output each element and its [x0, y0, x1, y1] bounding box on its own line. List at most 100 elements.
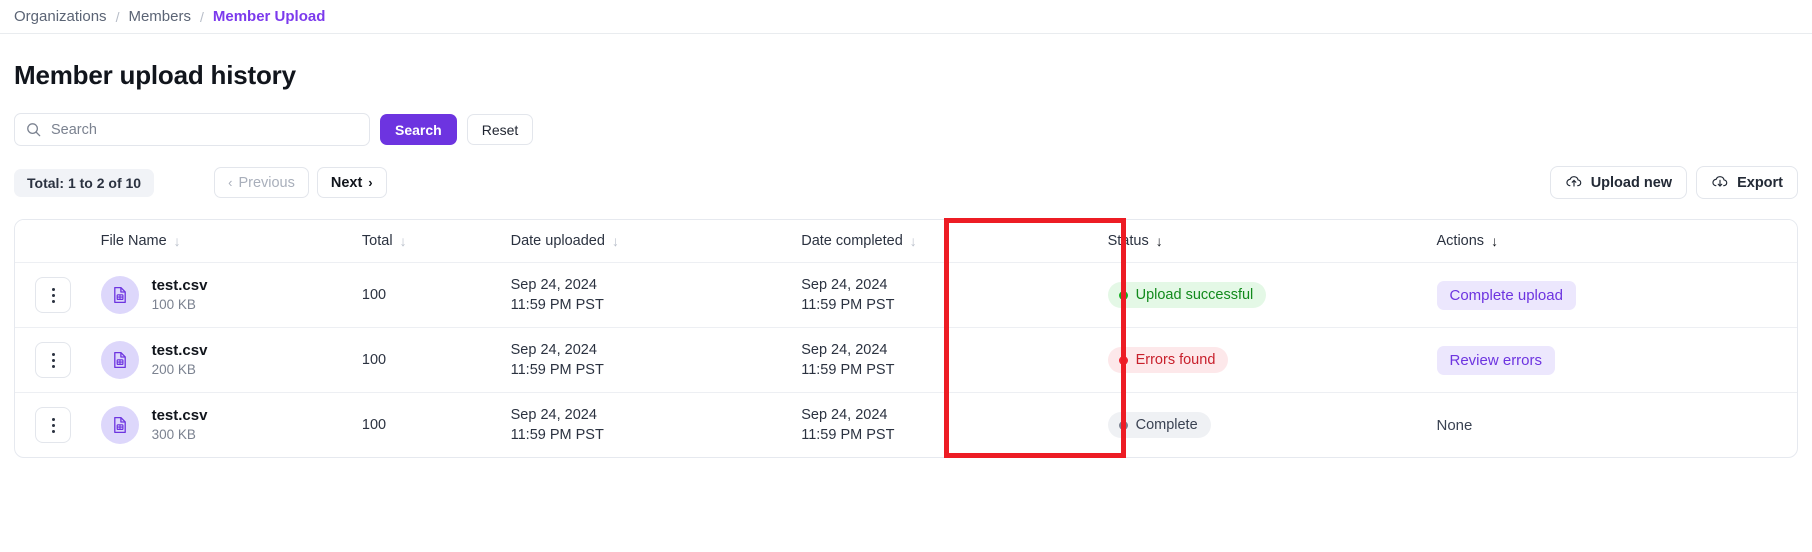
pagination-toolbar-row: Total: 1 to 2 of 10 ‹ Previous Next › Up…: [0, 146, 1812, 199]
cloud-upload-icon: [1565, 172, 1583, 194]
column-header-date-completed[interactable]: Date completed ↓: [801, 220, 1108, 263]
date-uploaded-cell: Sep 24, 2024 11:59 PM PST: [510, 327, 802, 393]
row-menu-cell: [15, 393, 101, 458]
file-size: 100 KB: [151, 297, 196, 313]
date-completed-date: Sep 24, 2024: [801, 342, 888, 358]
file-name: test.csv: [151, 276, 208, 294]
search-button[interactable]: Search: [380, 114, 457, 145]
column-label: Actions: [1436, 233, 1485, 249]
csv-file-icon: [100, 276, 139, 314]
file-cell: test.csv 100 KB: [100, 262, 362, 328]
previous-page-label: Previous: [238, 174, 295, 191]
date-completed-time: 11:59 PM PST: [801, 427, 895, 443]
total-count-label: Total: 1 to 2 of 10: [14, 168, 155, 197]
export-button[interactable]: Export: [1696, 166, 1798, 199]
date-uploaded-date: Sep 24, 2024: [510, 277, 597, 293]
column-header-menu: [15, 220, 101, 263]
search-input[interactable]: [49, 120, 369, 139]
file-cell: test.csv 200 KB: [100, 327, 362, 393]
arrow-down-icon[interactable]: ↓: [612, 233, 619, 249]
row-menu-cell: [15, 327, 101, 393]
next-page-button[interactable]: Next ›: [316, 167, 387, 198]
search-row: Search Reset: [0, 91, 1812, 146]
status-label: Upload successful: [1135, 287, 1254, 303]
cloud-download-icon: [1711, 172, 1729, 194]
breadcrumb-item-member-upload[interactable]: Member Upload: [213, 8, 326, 25]
upload-new-button[interactable]: Upload new: [1549, 166, 1688, 199]
toolbar-actions: Upload new Export: [1549, 166, 1798, 199]
table-row: test.csv 100 KB 100 Sep 24, 2024 11:59 P…: [15, 262, 1797, 328]
date-uploaded-time: 11:59 PM PST: [510, 427, 604, 443]
chevron-right-icon: ›: [368, 175, 373, 190]
date-uploaded-date: Sep 24, 2024: [510, 407, 597, 423]
actions-cell: None: [1437, 393, 1798, 458]
file-name: test.csv: [151, 406, 208, 424]
column-label: Date completed: [801, 233, 903, 249]
action-none-label: None: [1436, 416, 1473, 434]
date-uploaded-cell: Sep 24, 2024 11:59 PM PST: [510, 262, 802, 328]
table-header-row: File Name ↓ Total ↓ Date uploaded ↓ Date…: [15, 220, 1797, 263]
date-completed-date: Sep 24, 2024: [801, 407, 888, 423]
arrow-down-icon[interactable]: ↓: [1156, 233, 1163, 249]
breadcrumb: Organizations / Members / Member Upload: [0, 0, 1812, 34]
arrow-down-icon[interactable]: ↓: [910, 233, 917, 249]
status-cell: Upload successful: [1107, 262, 1437, 328]
search-icon: [26, 122, 41, 142]
status-dot-icon: [1118, 290, 1128, 300]
date-completed-date: Sep 24, 2024: [801, 277, 888, 293]
column-header-total[interactable]: Total ↓: [361, 220, 511, 263]
file-size: 200 KB: [151, 362, 196, 378]
search-box[interactable]: [14, 113, 370, 146]
date-completed-cell: Sep 24, 2024 11:59 PM PST: [801, 393, 1107, 458]
column-header-actions[interactable]: Actions ↓: [1436, 220, 1797, 263]
breadcrumb-item-organizations[interactable]: Organizations: [14, 8, 107, 25]
chevron-left-icon: ‹: [228, 175, 233, 190]
column-label: Status: [1107, 233, 1149, 249]
actions-cell: Review errors: [1436, 327, 1797, 393]
row-menu-button[interactable]: [35, 342, 71, 378]
file-cell: test.csv 300 KB: [100, 393, 362, 458]
date-completed-time: 11:59 PM PST: [801, 297, 895, 313]
status-dot-icon: [1118, 355, 1128, 365]
date-uploaded-time: 11:59 PM PST: [510, 297, 604, 313]
column-header-file-name[interactable]: File Name ↓: [100, 220, 362, 263]
date-completed-cell: Sep 24, 2024 11:59 PM PST: [801, 327, 1108, 393]
total-cell: 100: [361, 262, 511, 328]
status-label: Complete: [1135, 417, 1198, 433]
reset-button[interactable]: Reset: [466, 114, 534, 145]
csv-file-icon: [100, 406, 139, 444]
review-errors-action[interactable]: Review errors: [1436, 345, 1556, 375]
date-uploaded-date: Sep 24, 2024: [510, 342, 597, 358]
status-cell: Complete: [1107, 393, 1437, 458]
status-cell: Errors found: [1107, 327, 1437, 393]
complete-upload-action[interactable]: Complete upload: [1436, 280, 1576, 310]
table-row: test.csv 200 KB 100 Sep 24, 2024 11:59 P…: [15, 327, 1797, 393]
column-label: File Name: [100, 233, 167, 249]
arrow-down-icon[interactable]: ↓: [174, 233, 181, 249]
table-row: test.csv 300 KB 100 Sep 24, 2024 11:59 P…: [15, 393, 1797, 458]
previous-page-button[interactable]: ‹ Previous: [214, 167, 309, 198]
breadcrumb-separator: /: [199, 8, 204, 25]
date-uploaded-time: 11:59 PM PST: [510, 362, 604, 378]
row-menu-button[interactable]: [35, 277, 71, 313]
pagination-controls: ‹ Previous Next ›: [214, 167, 387, 198]
arrow-down-icon[interactable]: ↓: [1491, 233, 1498, 249]
row-menu-button[interactable]: [35, 407, 71, 443]
date-uploaded-cell: Sep 24, 2024 11:59 PM PST: [511, 393, 802, 458]
actions-cell: Complete upload: [1436, 262, 1797, 328]
page-title: Member upload history: [14, 60, 296, 90]
status-badge: Errors found: [1107, 347, 1229, 373]
breadcrumb-item-members[interactable]: Members: [128, 8, 191, 25]
column-header-date-uploaded[interactable]: Date uploaded ↓: [510, 220, 802, 263]
total-cell: 100: [361, 417, 387, 433]
member-upload-history-page: Organizations / Members / Member Upload …: [0, 0, 1812, 552]
column-header-status[interactable]: Status ↓: [1107, 220, 1437, 263]
upload-new-label: Upload new: [1590, 174, 1673, 191]
status-badge: Upload successful: [1107, 282, 1267, 308]
file-size: 300 KB: [151, 427, 196, 443]
status-label: Errors found: [1135, 352, 1216, 368]
upload-history-table: File Name ↓ Total ↓ Date uploaded ↓ Date…: [14, 219, 1798, 458]
export-label: Export: [1737, 174, 1783, 191]
date-completed-cell: Sep 24, 2024 11:59 PM PST: [801, 262, 1108, 328]
arrow-down-icon[interactable]: ↓: [400, 233, 407, 249]
